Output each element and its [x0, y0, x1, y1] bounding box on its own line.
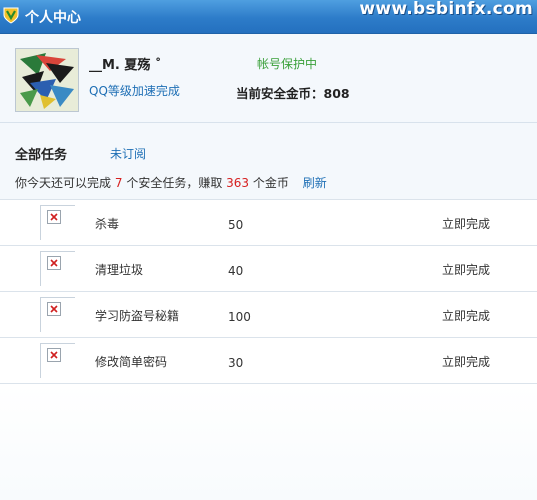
task-row: 杀毒 50 立即完成 — [0, 200, 537, 246]
remaining-task-count: 7 — [114, 176, 123, 190]
task-row: 修改简单密码 30 立即完成 — [0, 338, 537, 384]
task-name: 修改简单密码 — [95, 355, 168, 369]
task-points: 40 — [228, 264, 244, 278]
broken-image-icon — [47, 302, 61, 316]
tasks-summary: 你今天还可以完成 7 个安全任务，赚取 363 个金币 刷新 — [15, 174, 327, 191]
title-bar: 个人中心 www.bsbinfx.com — [0, 0, 537, 34]
watermark-text: www.bsbinfx.com — [359, 0, 533, 19]
task-icon-frame — [40, 205, 75, 240]
task-icon-frame — [40, 251, 75, 286]
task-list: 杀毒 50 立即完成 清理垃圾 40 立即完成 学习防盗号秘籍 100 立即完成… — [0, 200, 537, 384]
account-protect-status: 帐号保护中 — [257, 57, 318, 71]
complete-now-button[interactable]: 立即完成 — [442, 307, 490, 324]
summary-middle: 个安全任务，赚取 — [126, 176, 223, 190]
task-points: 50 — [228, 218, 244, 232]
avatar[interactable] — [15, 48, 79, 112]
earnable-coins: 363 — [226, 176, 250, 190]
broken-image-icon — [47, 210, 61, 224]
empty-content-area — [0, 384, 537, 500]
window-title: 个人中心 — [25, 10, 81, 26]
profile-panel: __M. 夏殇 ˚ QQ等级加速完成 帐号保护中 当前安全金币：808 — [0, 34, 537, 123]
task-points: 30 — [228, 356, 244, 370]
broken-image-icon — [47, 256, 61, 270]
shield-logo-icon — [2, 6, 20, 24]
tasks-title: 全部任务 — [15, 148, 68, 163]
qq-level-speedup-link[interactable]: QQ等级加速完成 — [89, 82, 180, 99]
task-name: 学习防盗号秘籍 — [95, 309, 180, 323]
complete-now-button[interactable]: 立即完成 — [442, 261, 490, 278]
tasks-header: 全部任务 未订阅 你今天还可以完成 7 个安全任务，赚取 363 个金币 刷新 — [0, 123, 537, 200]
task-row: 学习防盗号秘籍 100 立即完成 — [0, 292, 537, 338]
task-icon-frame — [40, 343, 75, 378]
security-coins-balance: 当前安全金币：808 — [236, 86, 350, 101]
task-name: 清理垃圾 — [95, 263, 144, 277]
task-name: 杀毒 — [95, 217, 120, 231]
refresh-link[interactable]: 刷新 — [303, 176, 327, 190]
task-row: 清理垃圾 40 立即完成 — [0, 246, 537, 292]
summary-suffix: 个金币 — [252, 176, 289, 190]
summary-prefix: 你今天还可以完成 — [15, 176, 112, 190]
subscribe-link[interactable]: 未订阅 — [110, 145, 146, 162]
nickname: __M. 夏殇 ˚ — [89, 58, 162, 73]
task-icon-frame — [40, 297, 75, 332]
complete-now-button[interactable]: 立即完成 — [442, 215, 490, 232]
broken-image-icon — [47, 348, 61, 362]
complete-now-button[interactable]: 立即完成 — [442, 353, 490, 370]
task-points: 100 — [228, 310, 251, 324]
